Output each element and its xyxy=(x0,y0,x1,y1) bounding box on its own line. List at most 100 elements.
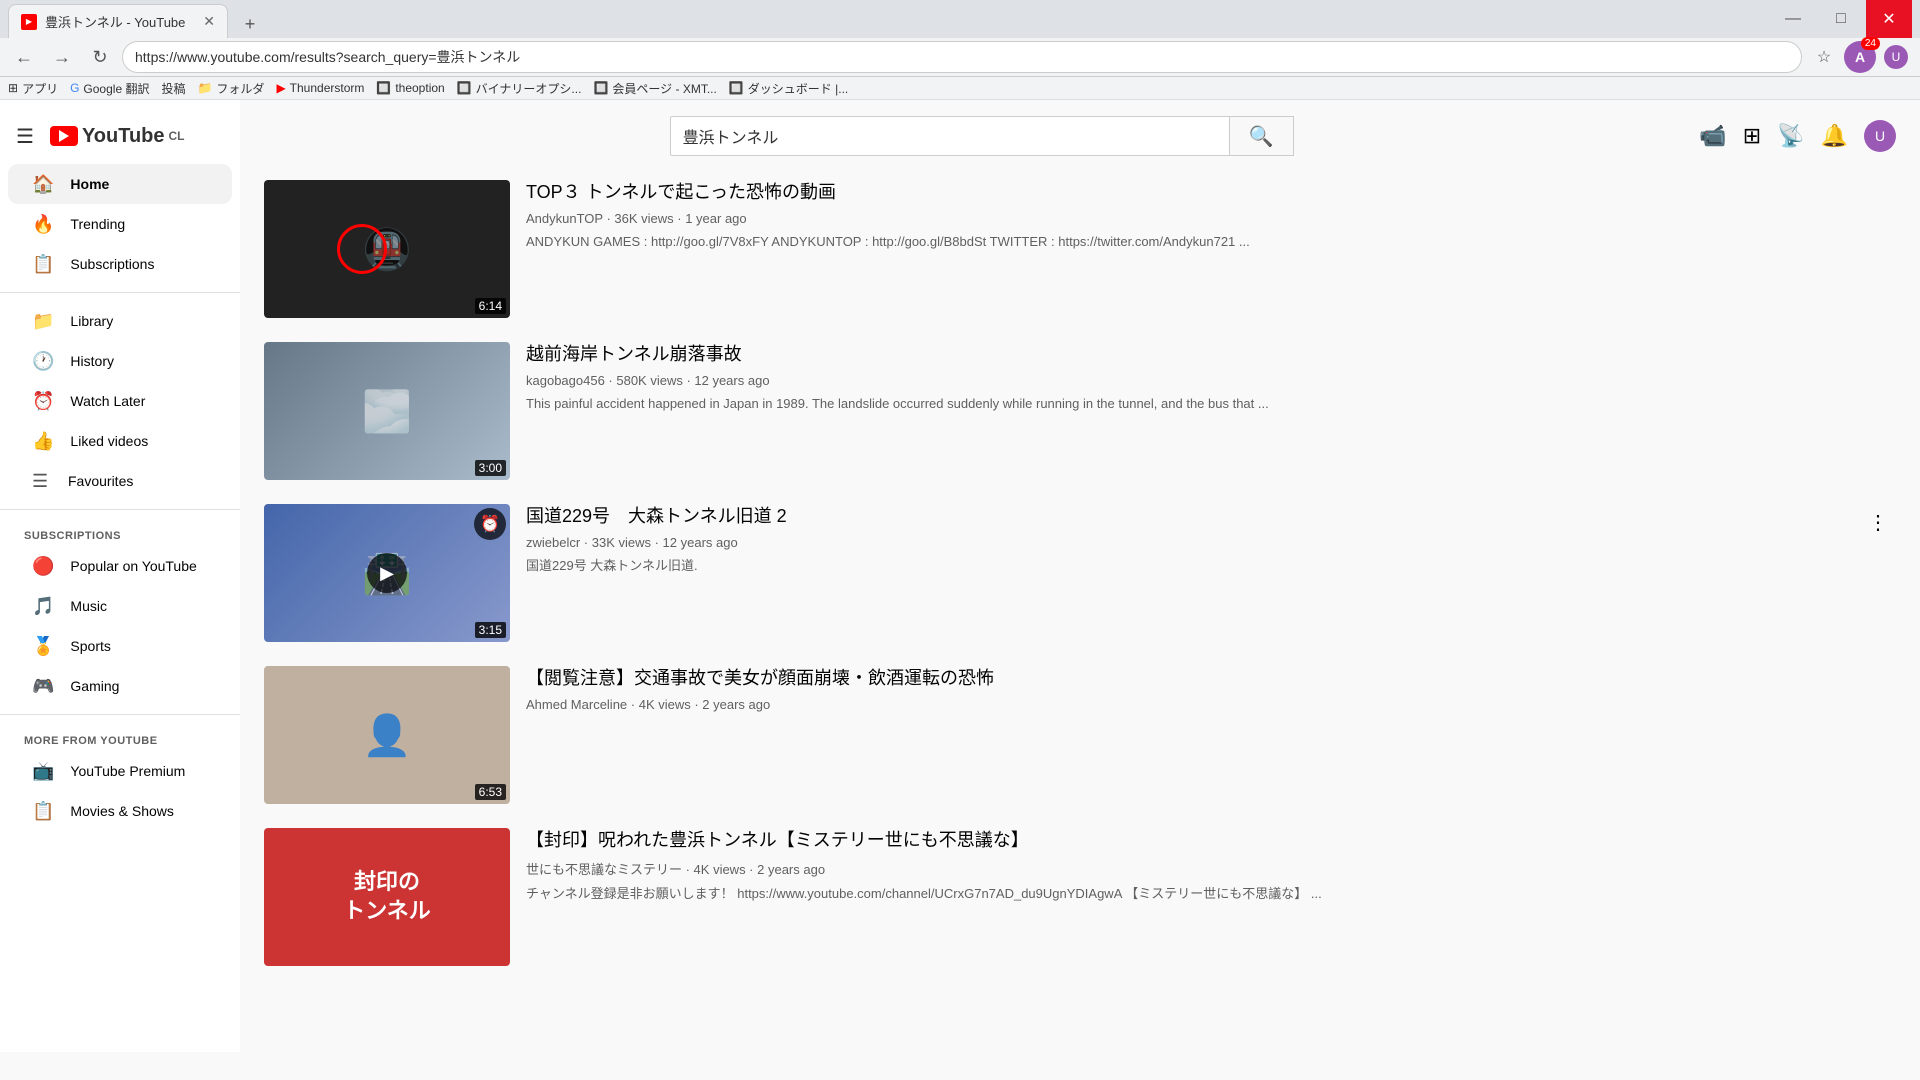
bookmark-dashboard[interactable]: 🔲 ダッシュボード |... xyxy=(729,80,848,97)
popular-icon: 🔴 xyxy=(32,556,54,577)
sidebar-item-music[interactable]: 🎵 Music xyxy=(8,586,232,626)
bookmark-member[interactable]: 🔲 会員ページ - XMT... xyxy=(593,80,716,97)
page-container: ☰ YouTube CL 🏠 Home 🔥 Trending 📋 Subscri… xyxy=(0,100,1920,1052)
youtube-logo[interactable]: YouTube CL xyxy=(50,125,185,148)
watch-later-icon[interactable]: ⏰ xyxy=(474,508,506,540)
maximize-button[interactable]: □ xyxy=(1818,0,1864,38)
bookmark-folder[interactable]: 📁 フォルダ xyxy=(197,80,264,97)
sidebar-label: Favourites xyxy=(68,473,133,489)
bookmark-star-icon[interactable]: ☆ xyxy=(1808,41,1840,73)
hamburger-menu-button[interactable]: ☰ xyxy=(16,124,34,149)
bookmark-thunderstorm[interactable]: ▶ Thunderstorm xyxy=(276,81,364,95)
thumbnail-container: 🚇 6:14 xyxy=(264,180,510,318)
address-bar[interactable]: https://www.youtube.com/results?search_q… xyxy=(122,41,1802,73)
browser-chrome: ▶ 豊浜トンネル - YouTube ✕ + — □ ✕ ← → ↻ https… xyxy=(0,0,1920,100)
close-button[interactable]: ✕ xyxy=(1866,0,1912,38)
forward-button[interactable]: → xyxy=(46,41,78,73)
bookmark-label: Google 翻訳 xyxy=(83,80,149,97)
video-item[interactable]: 🌫️ 3:00 越前海岸トンネル崩落事故 kagobago456 · 580K … xyxy=(264,330,1896,492)
video-duration: 6:14 xyxy=(475,298,506,314)
sidebar-item-sports[interactable]: 🏅 Sports xyxy=(8,626,232,666)
browser-tab-active[interactable]: ▶ 豊浜トンネル - YouTube ✕ xyxy=(8,4,228,38)
sidebar-item-movies[interactable]: 📋 Movies & Shows xyxy=(8,791,232,831)
bookmark-label: ダッシュボード |... xyxy=(748,80,848,97)
video-title[interactable]: 国道229号 大森トンネル旧道 2 xyxy=(526,504,1864,529)
video-info: 【封印】呪われた豊浜トンネル【ミステリー世にも不思議な】 世にも不思議なミステリ… xyxy=(526,828,1896,966)
video-camera-icon[interactable]: 📹 xyxy=(1699,123,1726,149)
toolbar-icons: ☆ A 24 U xyxy=(1808,41,1912,73)
sidebar-label: YouTube Premium xyxy=(70,763,185,779)
sports-icon: 🏅 xyxy=(32,636,54,657)
url-text: https://www.youtube.com/results?search_q… xyxy=(135,47,520,67)
video-title[interactable]: 【封印】呪われた豊浜トンネル【ミステリー世にも不思議な】 xyxy=(526,828,1864,853)
video-title[interactable]: TOP３ トンネルで起こった恐怖の動画 xyxy=(526,180,1864,205)
sidebar-item-favourites[interactable]: ☰ Favourites xyxy=(8,461,232,501)
main-content: 豊浜トンネル 🔍 📹 ⊞ 📡 🔔 U xyxy=(240,100,1920,1052)
sidebar-label: History xyxy=(70,353,114,369)
minimize-button[interactable]: — xyxy=(1770,0,1816,38)
sidebar-item-premium[interactable]: 📺 YouTube Premium xyxy=(8,751,232,791)
video-list: 🚇 6:14 TOP３ トンネルで起こった恐怖の動画 AndykunTOP · … xyxy=(264,168,1896,978)
video-item[interactable]: 🛣️ ▶ 3:15 ⏰ 国道229号 大森トンネル旧道 2 zwiebelcr … xyxy=(264,492,1896,654)
sidebar-item-trending[interactable]: 🔥 Trending xyxy=(8,204,232,244)
bookmark-post[interactable]: 投稿 xyxy=(161,80,185,97)
header-actions: 📹 ⊞ 📡 🔔 U xyxy=(1699,120,1896,152)
video-item[interactable]: 🚇 6:14 TOP３ トンネルで起こった恐怖の動画 AndykunTOP · … xyxy=(264,168,1896,330)
history-icon: 🕐 xyxy=(32,351,54,372)
sidebar-item-gaming[interactable]: 🎮 Gaming xyxy=(8,666,232,706)
video-thumbnail[interactable]: 🚇 xyxy=(264,180,510,318)
yt-header: ☰ YouTube CL xyxy=(0,108,240,164)
bookmarks-bar: ⊞ アプリ G Google 翻訳 投稿 📁 フォルダ ▶ Thundersto… xyxy=(0,77,1920,100)
red-circle-indicator xyxy=(337,224,387,274)
search-button[interactable]: 🔍 xyxy=(1230,116,1294,156)
refresh-button[interactable]: ↻ xyxy=(84,41,116,73)
video-duration: 3:00 xyxy=(475,460,506,476)
video-meta: AndykunTOP · 36K views · 1 year ago xyxy=(526,211,1864,226)
video-thumbnail[interactable]: 🌫️ xyxy=(264,342,510,480)
bookmark-label: 会員ページ - XMT... xyxy=(612,80,716,97)
bookmark-theoption[interactable]: 🔲 theoption xyxy=(376,81,444,95)
video-menu-button[interactable]: ⋮ xyxy=(1860,504,1896,540)
subscriptions-icon: 📋 xyxy=(32,254,54,275)
sidebar-item-library[interactable]: 📁 Library xyxy=(8,301,232,341)
user-icon[interactable]: U xyxy=(1880,41,1912,73)
video-description: ANDYKUN GAMES : http://goo.gl/7V8xFY AND… xyxy=(526,232,1864,252)
youtube-logo-suffix: CL xyxy=(169,129,185,143)
notifications-icon[interactable]: 🔔 xyxy=(1821,123,1848,149)
new-tab-button[interactable]: + xyxy=(236,10,264,38)
bookmark-label: Thunderstorm xyxy=(290,81,365,95)
bookmark-translate[interactable]: G Google 翻訳 xyxy=(70,80,149,97)
sidebar-item-watch-later[interactable]: ⏰ Watch Later xyxy=(8,381,232,421)
sidebar-label: Library xyxy=(70,313,113,329)
bookmark-apps[interactable]: ⊞ アプリ xyxy=(8,80,58,97)
video-title[interactable]: 【閲覧注意】交通事故で美女が顔面崩壊・飲酒運転の恐怖 xyxy=(526,666,1864,691)
bookmark-binary[interactable]: 🔲 バイナリーオプシ... xyxy=(457,80,582,97)
sidebar-item-home[interactable]: 🏠 Home xyxy=(8,164,232,204)
back-button[interactable]: ← xyxy=(8,41,40,73)
play-button[interactable]: ▶ xyxy=(367,553,407,593)
search-query-text: 豊浜トンネル xyxy=(683,124,779,148)
search-bar[interactable]: 豊浜トンネル xyxy=(670,116,1230,156)
video-thumbnail[interactable]: 👤 xyxy=(264,666,510,804)
profile-icon[interactable]: A 24 xyxy=(1844,41,1876,73)
video-item[interactable]: 封印のトンネル 【封印】呪われた豊浜トンネル【ミステリー世にも不思議な】 世にも… xyxy=(264,816,1896,978)
video-title[interactable]: 越前海岸トンネル崩落事故 xyxy=(526,342,1864,367)
video-thumbnail[interactable]: 封印のトンネル xyxy=(264,828,510,966)
sidebar-item-history[interactable]: 🕐 History xyxy=(8,341,232,381)
video-item[interactable]: 👤 6:53 【閲覧注意】交通事故で美女が顔面崩壊・飲酒運転の恐怖 Ahmed … xyxy=(264,654,1896,816)
video-meta: kagobago456 · 580K views · 12 years ago xyxy=(526,373,1864,388)
sidebar-item-popular[interactable]: 🔴 Popular on YouTube xyxy=(8,546,232,586)
apps-grid-icon[interactable]: ⊞ xyxy=(1743,123,1761,149)
user-avatar[interactable]: U xyxy=(1864,120,1896,152)
sidebar-item-liked-videos[interactable]: 👍 Liked videos xyxy=(8,421,232,461)
sidebar-item-subscriptions[interactable]: 📋 Subscriptions xyxy=(8,244,232,284)
thumb-image: 封印のトンネル xyxy=(264,828,510,966)
more-section-title: MORE FROM YOUTUBE xyxy=(0,723,240,751)
browser-titlebar: ▶ 豊浜トンネル - YouTube ✕ + — □ ✕ xyxy=(0,0,1920,38)
thumbnail-container: 👤 6:53 xyxy=(264,666,510,804)
cast-icon[interactable]: 📡 xyxy=(1777,123,1804,149)
sidebar-label: Subscriptions xyxy=(70,256,154,272)
video-info: TOP３ トンネルで起こった恐怖の動画 AndykunTOP · 36K vie… xyxy=(526,180,1896,318)
sidebar: ☰ YouTube CL 🏠 Home 🔥 Trending 📋 Subscri… xyxy=(0,100,240,1052)
tab-close-button[interactable]: ✕ xyxy=(203,13,215,30)
